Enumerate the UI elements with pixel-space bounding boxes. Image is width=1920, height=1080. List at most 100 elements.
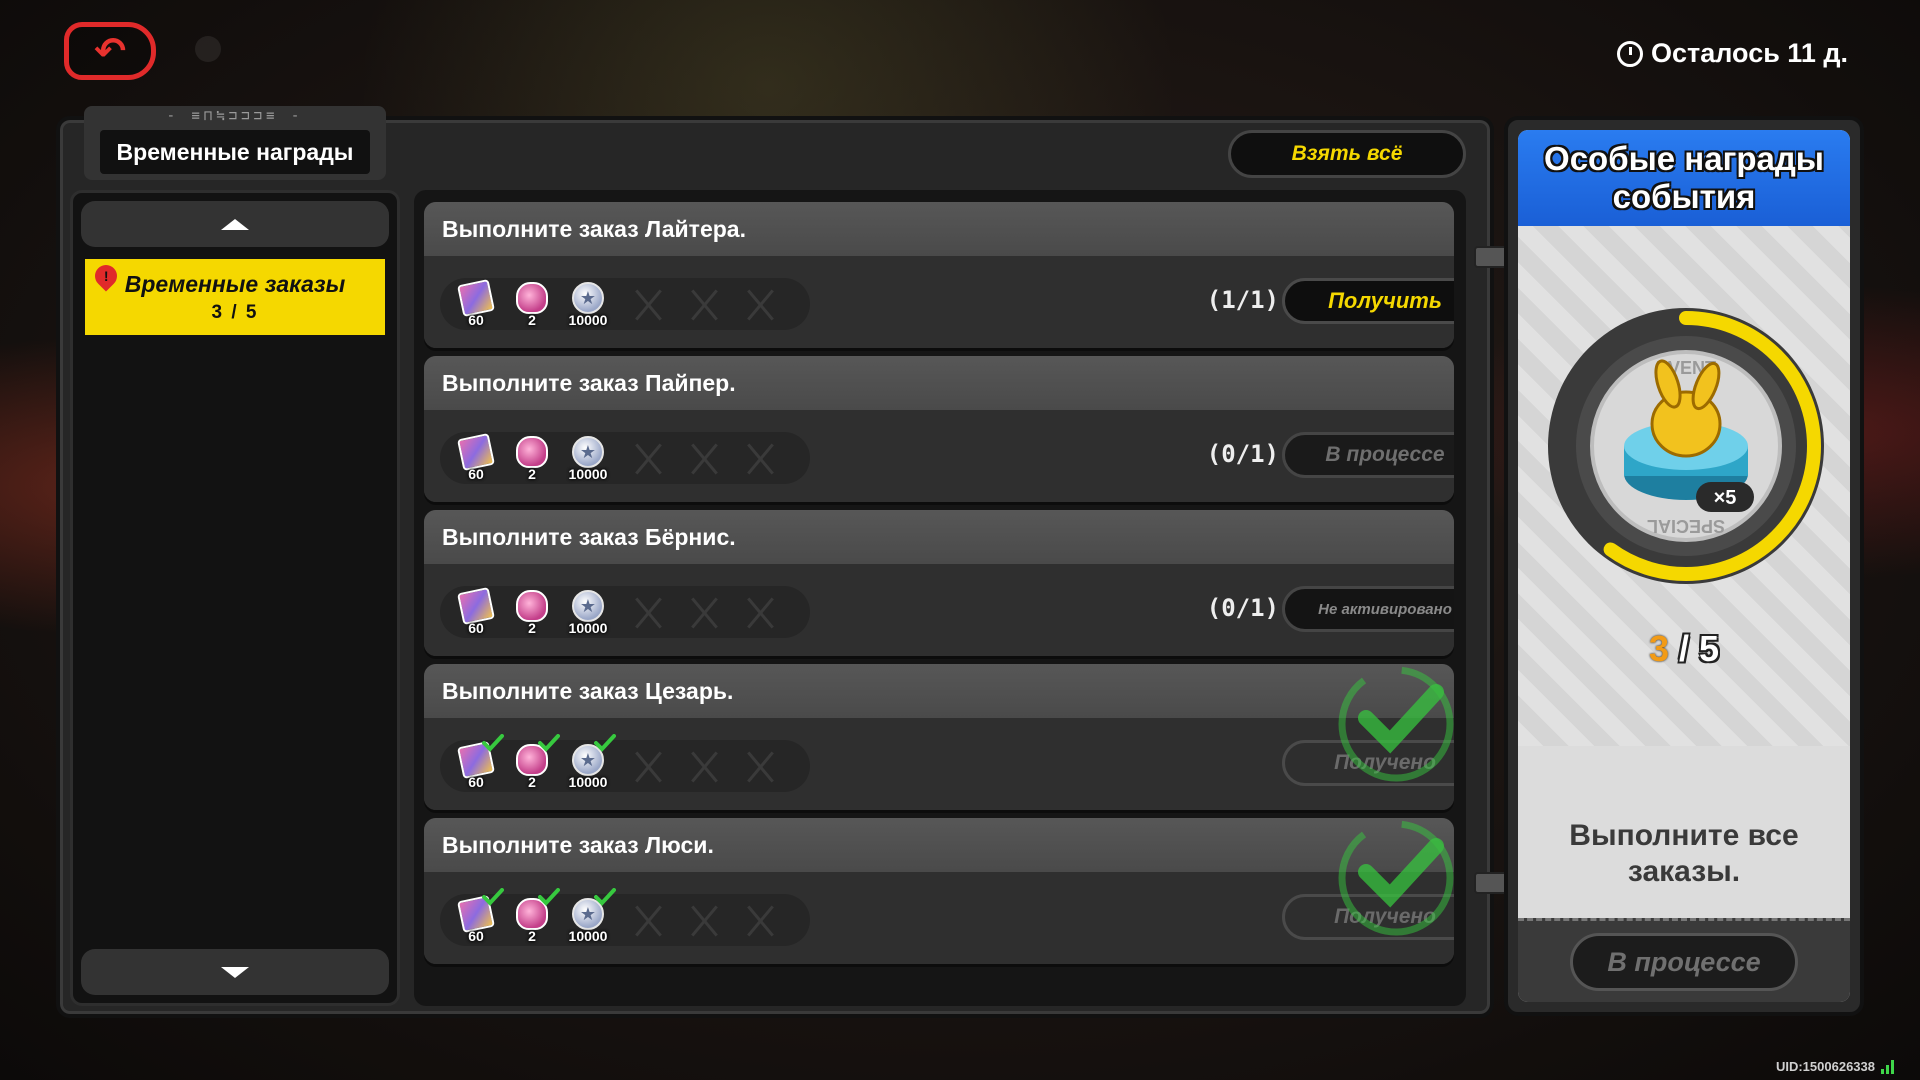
event-in-progress-button[interactable]: В процессе (1570, 933, 1798, 991)
sidebar-item-count: 3 / 5 (211, 302, 259, 323)
tab-title: Временные награды (100, 130, 370, 174)
order-action-button[interactable]: Получено (1282, 740, 1454, 786)
reward-item[interactable]: 2 (508, 734, 560, 792)
event-progress-total: 5 (1699, 628, 1720, 669)
take-all-button[interactable]: Взять всё (1228, 130, 1466, 178)
back-button[interactable]: ↶ (64, 22, 156, 80)
order-action-button[interactable]: Получено (1282, 894, 1454, 940)
reward-item[interactable]: 2 (508, 280, 556, 330)
gem-icon (516, 436, 548, 468)
empty-slot-icon (686, 750, 722, 784)
order-action-button[interactable]: Получить (1282, 278, 1454, 324)
reward-item[interactable]: 60 (452, 888, 504, 946)
empty-slot-icon (742, 288, 778, 322)
reward-item[interactable]: 60 (452, 433, 500, 484)
coin-icon: ★ (572, 436, 604, 468)
order-card: Выполните заказ Лайтера. 60 2 ★ 10000 (1/1) По… (424, 202, 1454, 348)
reward-qty: 60 (468, 928, 484, 944)
tab-header: - ≡⊓≒⊐⊐⊐≡ - Временные награды (88, 108, 382, 180)
empty-slot-icon (630, 288, 666, 322)
order-action-button[interactable]: В процессе (1282, 432, 1454, 478)
reward-qty: 60 (468, 466, 484, 482)
event-badge-svg: EVENT SPECIAL ×5 (1548, 308, 1824, 584)
reward-qty: 10000 (568, 466, 608, 482)
reward-item[interactable]: ★ 10000 (564, 888, 616, 946)
event-reward-badge[interactable]: EVENT SPECIAL ×5 (1536, 296, 1836, 596)
reward-qty: 10000 (568, 928, 608, 944)
reward-qty: 2 (528, 928, 536, 944)
tab-decoration: - ≡⊓≒⊐⊐⊐≡ - (166, 108, 304, 124)
order-body: 60 2 ★ 10000 (0/1) Не активировано (424, 564, 1454, 656)
empty-slot-icon (686, 442, 722, 476)
order-progress: (1/1) (1206, 286, 1279, 314)
order-body: 60 2 ★ 10000 (1/1) Получить (424, 256, 1454, 348)
reward-item[interactable]: 2 (508, 888, 560, 946)
event-progress: 3 / 5 (1518, 628, 1850, 670)
order-progress: (0/1) (1206, 440, 1279, 468)
reward-qty: 2 (528, 466, 536, 482)
order-title: Выполните заказ Цезарь. (424, 664, 1454, 718)
empty-slot-icon (742, 596, 778, 630)
reward-qty: 10000 (568, 774, 608, 790)
reward-item[interactable]: 60 (452, 734, 504, 792)
order-card: Выполните заказ Цезарь. 60 2 ★ 10000 Получено (424, 664, 1454, 810)
scroll-down-button[interactable] (81, 949, 389, 995)
claimed-check-icon (594, 734, 616, 752)
claimed-check-icon (482, 888, 504, 906)
reward-item[interactable]: 60 (452, 587, 500, 638)
gem-icon (516, 590, 548, 622)
time-remaining: Осталось 11 д. (1617, 38, 1848, 69)
reward-item[interactable]: ★ 10000 (564, 588, 612, 638)
uid-text: UID:1500626338 (1775, 1059, 1875, 1074)
category-sidebar: ! Временные заказы 3 / 5 (70, 190, 400, 1006)
back-arrow-icon: ↶ (94, 29, 126, 73)
order-card: Выполните заказ Бёрнис. 60 2 ★ 10000 (0/1) Не … (424, 510, 1454, 656)
time-remaining-text: Осталось 11 д. (1651, 38, 1848, 68)
reward-qty: 60 (468, 620, 484, 636)
orders-list: Выполните заказ Лайтера. 60 2 ★ 10000 (1/1) По… (414, 190, 1466, 1006)
reward-qty: 10000 (568, 312, 608, 328)
empty-slot-icon (742, 750, 778, 784)
reward-item[interactable]: ★ 10000 (564, 434, 612, 484)
sidebar-item-timed-orders[interactable]: ! Временные заказы 3 / 5 (85, 259, 385, 335)
order-action-button[interactable]: Не активировано (1282, 586, 1454, 632)
event-card: Особые награды события EVENT SPECIAL ×5 (1518, 130, 1850, 1002)
reward-item[interactable]: 2 (508, 588, 556, 638)
gem-icon (516, 282, 548, 314)
event-title: Особые награды события (1518, 130, 1850, 226)
reward-item[interactable]: ★ 10000 (564, 734, 616, 792)
event-description: Выполните все заказы. (1518, 818, 1850, 890)
order-title: Выполните заказ Бёрнис. (424, 510, 1454, 564)
rewards-track: 60 2 ★ 10000 (440, 278, 810, 330)
claimed-check-icon (538, 734, 560, 752)
order-title: Выполните заказ Лайтера. (424, 202, 1454, 256)
home-icon[interactable] (195, 36, 221, 62)
claimed-check-icon (538, 888, 560, 906)
empty-slot-icon (686, 596, 722, 630)
empty-slot-icon (686, 288, 722, 322)
coin-icon: ★ (572, 590, 604, 622)
event-rewards-panel: Особые награды события EVENT SPECIAL ×5 (1504, 116, 1864, 1016)
order-body: 60 2 ★ 10000 Получено (424, 718, 1454, 810)
order-card: Выполните заказ Люси. 60 2 ★ 10000 Получено (424, 818, 1454, 964)
reward-qty: 2 (528, 312, 536, 328)
event-title-line2: события (1612, 178, 1756, 215)
empty-slot-icon (630, 750, 666, 784)
clock-icon (1617, 40, 1643, 67)
coin-icon: ★ (572, 282, 604, 314)
arrow-down-icon (221, 966, 249, 978)
reward-item[interactable]: 60 (452, 279, 500, 330)
uid-display: UID:1500626338 (1776, 1059, 1894, 1074)
scroll-up-button[interactable] (81, 201, 389, 247)
empty-slot-icon (630, 596, 666, 630)
reward-item[interactable]: ★ 10000 (564, 280, 612, 330)
order-body: 60 2 ★ 10000 (0/1) В процессе (424, 410, 1454, 502)
reward-item[interactable]: 2 (508, 434, 556, 484)
reward-qty: 60 (468, 774, 484, 790)
claimed-check-icon (594, 888, 616, 906)
rewards-track: 60 2 ★ 10000 (440, 734, 810, 792)
event-title-line1: Особые награды (1544, 140, 1824, 177)
empty-slot-icon (742, 904, 778, 938)
order-card: Выполните заказ Пайпер. 60 2 ★ 10000 (0/1) В п… (424, 356, 1454, 502)
event-footer: В процессе (1518, 918, 1850, 1002)
